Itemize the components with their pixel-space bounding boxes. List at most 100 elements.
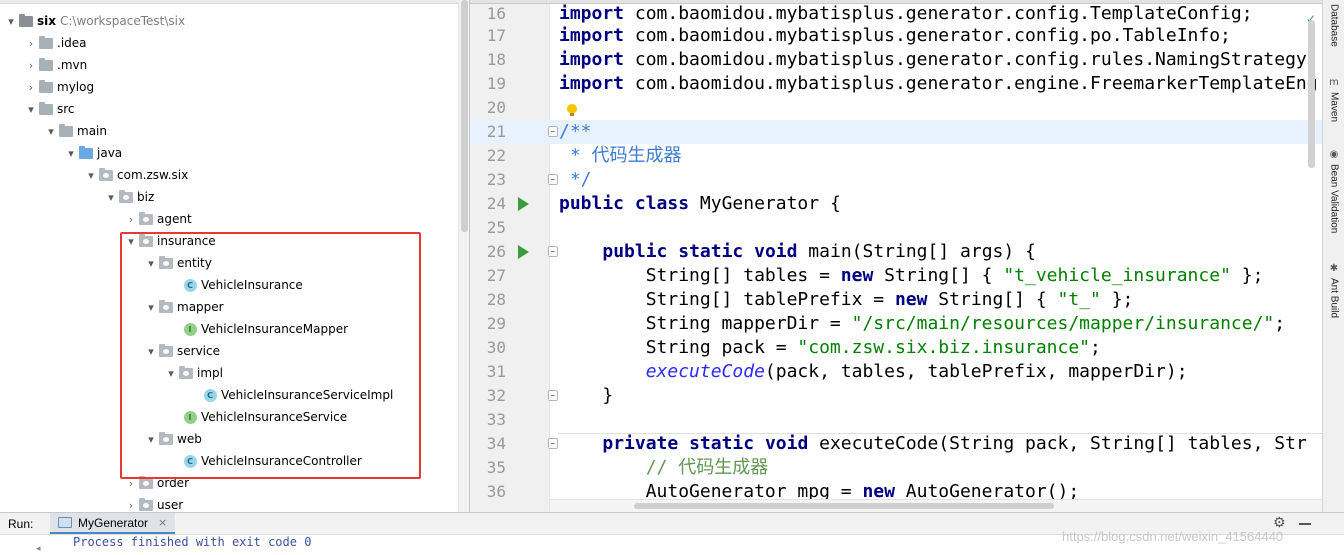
line-number: 32: [486, 386, 506, 405]
chevron-down-icon[interactable]: ▾: [64, 142, 78, 164]
code-editor[interactable]: 16 import com.baomidou.mybatisplus.gener…: [470, 0, 1322, 512]
tree-item-label: com.zsw.six: [117, 168, 189, 182]
fold-icon[interactable]: [548, 390, 558, 401]
tree-item-biz[interactable]: ▾ biz: [0, 186, 458, 208]
code-text[interactable]: public static void main(String[] args) {: [559, 240, 1036, 264]
code-line[interactable]: 34 private static void executeCode(Strin…: [470, 432, 1322, 456]
close-icon[interactable]: ×: [158, 516, 167, 529]
code-line[interactable]: 35 // 代码生成器: [470, 456, 1322, 480]
code-text[interactable]: */: [559, 168, 592, 192]
code-line[interactable]: 26 public static void main(String[] args…: [470, 240, 1322, 264]
chevron-down-icon[interactable]: ▾: [44, 120, 58, 142]
intention-bulb-icon[interactable]: [567, 104, 577, 116]
code-text[interactable]: String[] tables = new String[] { "t_vehi…: [559, 264, 1264, 288]
tool-tab-bean-validation[interactable]: ◉ Bean Validation: [1326, 148, 1342, 234]
chevron-right-icon[interactable]: ›: [124, 494, 138, 512]
tree-item-com-zsw-six[interactable]: ▾ com.zsw.six: [0, 164, 458, 186]
chevron-right-icon[interactable]: ›: [24, 32, 38, 54]
line-number: 16: [486, 4, 506, 23]
line-number: 18: [486, 50, 506, 69]
tree-item-main[interactable]: ▾ main: [0, 120, 458, 142]
code-text[interactable]: String[] tablePrefix = new String[] { "t…: [559, 288, 1134, 312]
fold-icon[interactable]: [548, 438, 558, 449]
code-line[interactable]: 20: [470, 96, 1322, 120]
line-number: 34: [486, 434, 506, 453]
code-line[interactable]: 16 import com.baomidou.mybatisplus.gener…: [470, 2, 1322, 26]
editor-horizontal-scrollbar[interactable]: [550, 499, 1322, 512]
run-icon[interactable]: [516, 245, 530, 259]
maven-icon: m: [1329, 76, 1339, 88]
code-text[interactable]: }: [559, 384, 613, 408]
code-line[interactable]: 22 * 代码生成器: [470, 144, 1322, 168]
code-line[interactable]: 30 String pack = "com.zsw.six.biz.insura…: [470, 336, 1322, 360]
chevron-right-icon[interactable]: ›: [24, 76, 38, 98]
code-line[interactable]: 25: [470, 216, 1322, 240]
code-text[interactable]: import com.baomidou.mybatisplus.generato…: [559, 2, 1253, 26]
run-tab-label: MyGenerator: [78, 515, 149, 530]
chevron-down-icon[interactable]: ▾: [24, 98, 38, 120]
code-text[interactable]: executeCode(pack, tables, tablePrefix, m…: [559, 360, 1188, 384]
code-line-current[interactable]: 21 /**: [470, 120, 1322, 144]
chevron-right-icon[interactable]: ›: [24, 54, 38, 76]
console-gutter-icon[interactable]: ◂: [36, 544, 41, 554]
source-folder-icon: [78, 142, 94, 164]
run-icon[interactable]: [516, 197, 530, 211]
code-line[interactable]: 27 String[] tables = new String[] { "t_v…: [470, 264, 1322, 288]
code-text[interactable]: import com.baomidou.mybatisplus.generato…: [559, 72, 1318, 96]
code-text[interactable]: import com.baomidou.mybatisplus.generato…: [559, 48, 1307, 72]
tool-tab-maven[interactable]: m Maven: [1326, 76, 1342, 123]
code-line[interactable]: 33: [470, 408, 1322, 432]
code-text[interactable]: /**: [559, 120, 592, 144]
minimize-icon[interactable]: [1299, 523, 1311, 525]
run-tab-mygenerator[interactable]: MyGenerator ×: [50, 513, 176, 534]
code-line[interactable]: 28 String[] tablePrefix = new String[] {…: [470, 288, 1322, 312]
chevron-down-icon[interactable]: ▾: [84, 164, 98, 186]
tool-tab-database[interactable]: Database: [1326, 4, 1342, 47]
tree-item-user[interactable]: › user: [0, 494, 458, 512]
project-path: C:\workspaceTest\six: [60, 14, 186, 28]
editor-scroll-thumb[interactable]: [1308, 20, 1315, 168]
code-line[interactable]: 18 import com.baomidou.mybatisplus.gener…: [470, 48, 1322, 72]
tool-tab-ant-build[interactable]: ✱ Ant Build: [1326, 262, 1342, 319]
tree-item-mylog[interactable]: › mylog: [0, 76, 458, 98]
code-line[interactable]: 23 */: [470, 168, 1322, 192]
code-line[interactable]: 32 }: [470, 384, 1322, 408]
code-text[interactable]: // 代码生成器: [559, 456, 769, 480]
code-text[interactable]: * 代码生成器: [559, 144, 682, 168]
tree-item-idea[interactable]: › .idea: [0, 32, 458, 54]
tree-item-mvn[interactable]: › .mvn: [0, 54, 458, 76]
fold-icon[interactable]: [548, 246, 558, 257]
code-text[interactable]: public class MyGenerator {: [559, 192, 841, 216]
code-line[interactable]: 17 import com.baomidou.mybatisplus.gener…: [470, 24, 1322, 48]
line-number: 21: [486, 122, 506, 141]
chevron-right-icon[interactable]: ›: [124, 208, 138, 230]
console-line: Process finished with exit code 0: [73, 535, 312, 549]
fold-icon[interactable]: [548, 126, 558, 137]
chevron-down-icon[interactable]: ▾: [4, 10, 18, 32]
editor-hscroll-thumb[interactable]: [634, 503, 1054, 509]
line-number: 31: [486, 362, 506, 381]
line-number: 36: [486, 482, 506, 501]
tree-item-label: src: [57, 102, 75, 116]
code-line[interactable]: 24 public class MyGenerator {: [470, 192, 1322, 216]
fold-icon[interactable]: [548, 174, 558, 185]
right-tool-strip: Database m Maven ◉ Bean Validation ✱ Ant…: [1322, 0, 1344, 512]
code-line[interactable]: 31 executeCode(pack, tables, tablePrefix…: [470, 360, 1322, 384]
code-text[interactable]: import com.baomidou.mybatisplus.generato…: [559, 24, 1231, 48]
tree-item-src[interactable]: ▾ src: [0, 98, 458, 120]
line-number: 26: [486, 242, 506, 261]
ant-icon: ✱: [1329, 262, 1339, 274]
code-line[interactable]: 19 import com.baomidou.mybatisplus.gener…: [470, 72, 1322, 96]
tree-scroll-thumb[interactable]: [461, 0, 468, 232]
code-text[interactable]: String mapperDir = "/src/main/resources/…: [559, 312, 1285, 336]
tree-item-root[interactable]: ▾ six C:\workspaceTest\six: [0, 10, 458, 32]
tool-tab-label: Database: [1328, 4, 1340, 47]
tree-item-java[interactable]: ▾ java: [0, 142, 458, 164]
code-line[interactable]: 29 String mapperDir = "/src/main/resourc…: [470, 312, 1322, 336]
code-text[interactable]: private static void executeCode(String p…: [559, 432, 1306, 456]
package-icon: [138, 494, 154, 512]
chevron-down-icon[interactable]: ▾: [104, 186, 118, 208]
tree-item-agent[interactable]: › agent: [0, 208, 458, 230]
code-text[interactable]: String pack = "com.zsw.six.biz.insurance…: [559, 336, 1101, 360]
folder-icon: [38, 76, 54, 98]
